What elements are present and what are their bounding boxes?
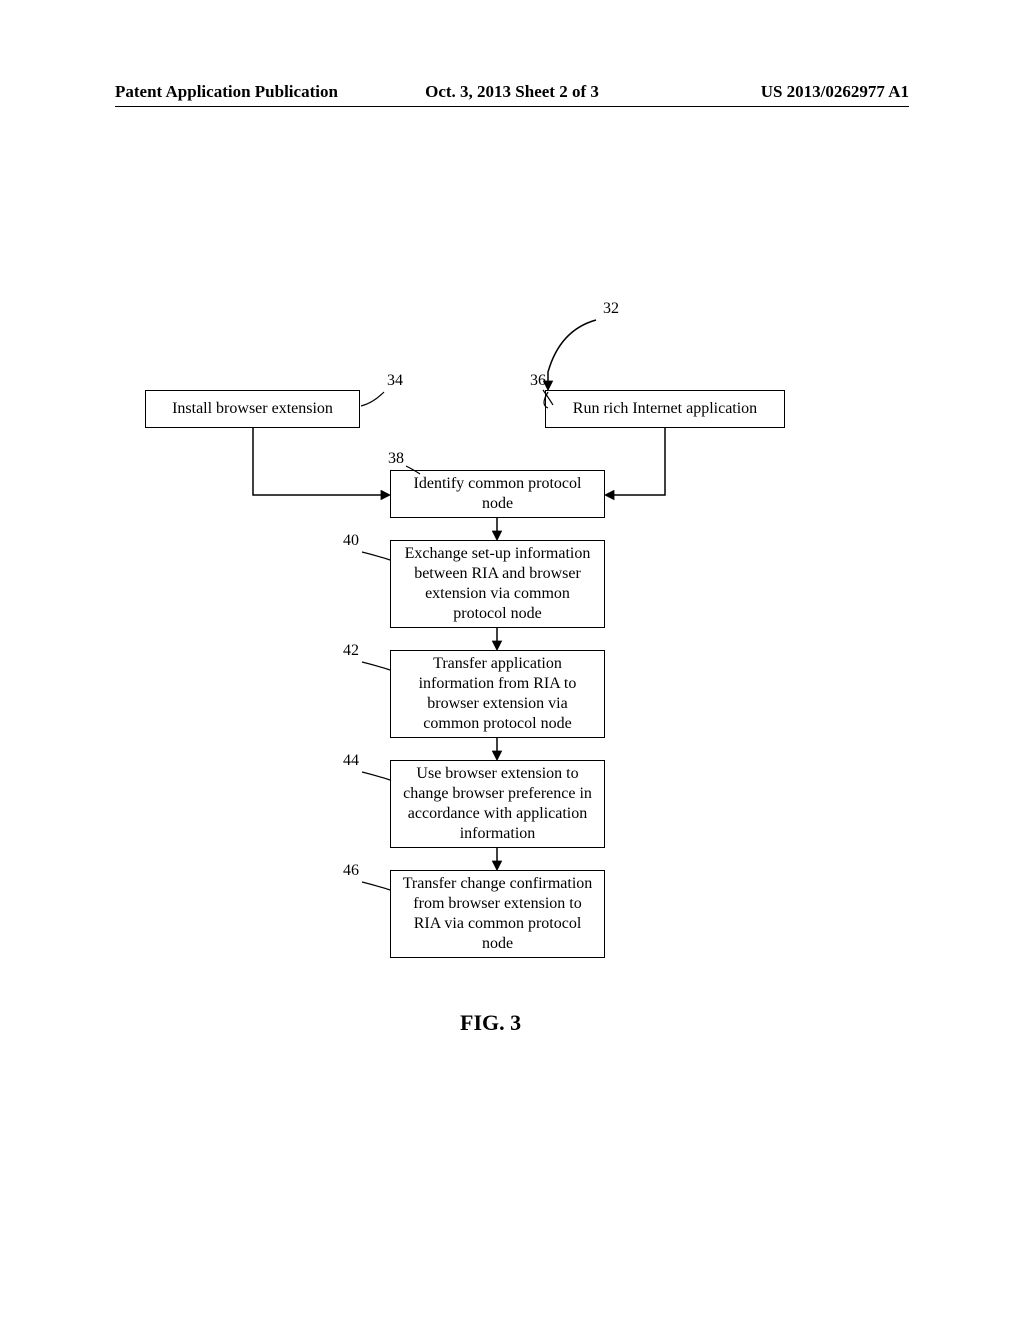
box-text: Exchange set-up information between RIA …: [399, 544, 596, 624]
box-text: Run rich Internet application: [573, 399, 757, 419]
box-text: Install browser extension: [172, 399, 333, 419]
box-transfer-confirmation: Transfer change confirmation from browse…: [390, 870, 605, 958]
ref-32: 32: [603, 300, 619, 318]
page-header: Patent Application Publication Oct. 3, 2…: [115, 82, 909, 102]
box-text: Use browser extension to change browser …: [399, 764, 596, 844]
box-text: Transfer application information from RI…: [399, 654, 596, 734]
ref-46: 46: [343, 862, 359, 880]
ref-44: 44: [343, 752, 359, 770]
publication-label: Patent Application Publication: [115, 82, 338, 102]
box-use-browser-extension: Use browser extension to change browser …: [390, 760, 605, 848]
ref-42: 42: [343, 642, 359, 660]
box-install-browser-extension: Install browser extension: [145, 390, 360, 428]
ref-38: 38: [388, 450, 404, 468]
publication-date-sheet: Oct. 3, 2013 Sheet 2 of 3: [425, 82, 599, 102]
header-rule: [115, 106, 909, 107]
ref-36: 36: [530, 372, 546, 390]
ref-40: 40: [343, 532, 359, 550]
box-text: Identify common protocol node: [399, 474, 596, 514]
publication-number: US 2013/0262977 A1: [761, 82, 909, 102]
box-text: Transfer change confirmation from browse…: [399, 874, 596, 954]
figure-caption: FIG. 3: [460, 1010, 521, 1036]
box-identify-protocol-node: Identify common protocol node: [390, 470, 605, 518]
box-run-ria: Run rich Internet application: [545, 390, 785, 428]
ref-34: 34: [387, 372, 403, 390]
flowchart-diagram: Install browser extension Run rich Inter…: [0, 300, 1024, 1000]
box-transfer-app-info: Transfer application information from RI…: [390, 650, 605, 738]
box-exchange-setup-info: Exchange set-up information between RIA …: [390, 540, 605, 628]
